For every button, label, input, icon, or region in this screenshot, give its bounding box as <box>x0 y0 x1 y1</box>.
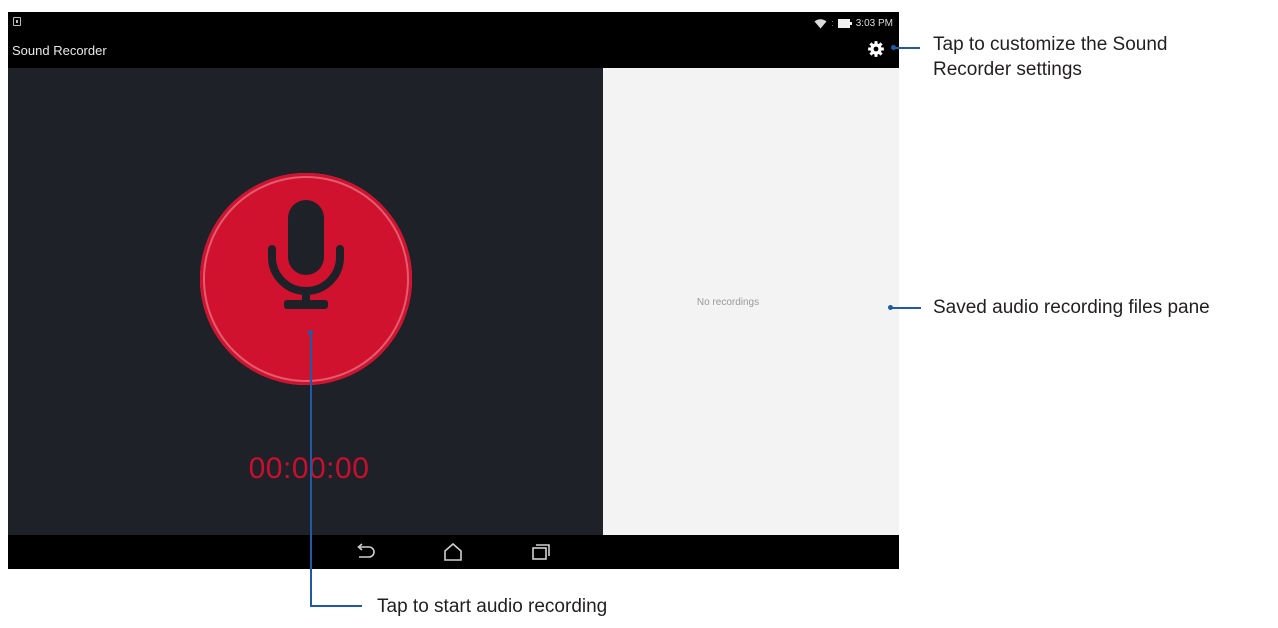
record-callout-text: Tap to start audio recording <box>377 596 608 617</box>
recording-timer: 00:00:00 <box>248 452 370 485</box>
record-pane: 00:00:00 <box>8 68 603 535</box>
settings-callout-line-2: Recorder settings <box>933 59 1082 80</box>
status-indicators: : 3:03 PM <box>814 14 893 32</box>
app-title: Sound Recorder <box>12 43 107 58</box>
settings-callout-line-1: Tap to customize the Sound <box>933 34 1168 55</box>
empty-recordings-text: No recordings <box>696 297 760 308</box>
signal-separator: : <box>831 17 834 28</box>
settings-callout-line <box>894 47 920 49</box>
recent-apps-icon <box>532 544 550 560</box>
saved-recordings-pane: No recordings <box>603 68 899 535</box>
settings-button[interactable] <box>864 39 888 63</box>
microphone-icon <box>261 195 351 320</box>
tablet-screen: : 3:03 PM Sound Recorder 00:00:00 No rec… <box>8 12 899 569</box>
record-button[interactable] <box>200 173 412 385</box>
app-bar: Sound Recorder <box>8 34 899 68</box>
settings-callout-dot <box>891 45 896 50</box>
record-callout-vertical-line <box>310 333 312 606</box>
status-bar: : 3:03 PM <box>8 12 899 34</box>
back-icon <box>357 543 375 558</box>
record-callout-horizontal-line <box>310 605 362 607</box>
wifi-icon <box>814 18 827 29</box>
files-pane-callout-line <box>891 307 921 309</box>
back-button[interactable] <box>354 542 376 562</box>
home-button[interactable] <box>442 542 464 562</box>
navigation-bar <box>8 535 899 569</box>
battery-icon <box>837 18 852 28</box>
settings-callout-text: Tap to customize the Sound Recorder sett… <box>933 32 1167 82</box>
recent-apps-button[interactable] <box>530 542 552 562</box>
home-icon <box>444 542 462 561</box>
files-pane-callout-dot <box>888 305 893 310</box>
gear-icon <box>867 40 885 63</box>
status-time: 3:03 PM <box>855 17 893 29</box>
notification-icon <box>13 17 21 26</box>
files-pane-callout-text: Saved audio recording files pane <box>933 297 1210 318</box>
